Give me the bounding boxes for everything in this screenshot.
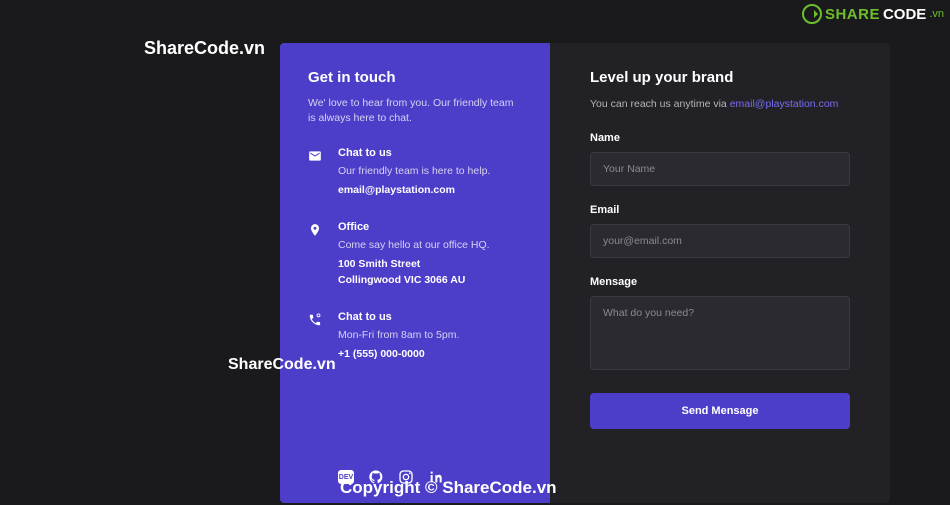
email-input[interactable]	[590, 224, 850, 258]
name-input[interactable]	[590, 152, 850, 186]
office-line1: 100 Smith Street	[338, 257, 490, 273]
watermark-text: ShareCode.vn	[144, 38, 265, 59]
phone-number: +1 (555) 000-0000	[338, 347, 459, 363]
message-input[interactable]	[590, 296, 850, 370]
form-panel: Level up your brand You can reach us any…	[550, 43, 890, 503]
chat-text: Chat to us Our friendly team is here to …	[338, 147, 490, 199]
office-line2: Collingwood VIC 3066 AU	[338, 273, 490, 289]
github-icon[interactable]	[368, 469, 384, 485]
dev-icon[interactable]: DEV	[338, 469, 354, 485]
submit-button[interactable]: Send Mensage	[590, 393, 850, 429]
watermark-logo: SHARECODE.vn	[802, 4, 944, 24]
form-title: Level up your brand	[590, 69, 850, 86]
phone-desc: Mon-Fri from 8am to 5pm.	[338, 329, 459, 341]
office-text: Office Come say hello at our office HQ. …	[338, 221, 490, 289]
message-label: Mensage	[590, 276, 850, 288]
chat-desc: Our friendly team is here to help.	[338, 165, 490, 177]
phone-icon	[308, 311, 324, 363]
office-heading: Office	[338, 221, 490, 233]
chat-email: email@playstation.com	[338, 183, 490, 199]
form-subtitle: You can reach us anytime via email@plays…	[590, 98, 850, 110]
phone-heading: Chat to us	[338, 311, 459, 323]
office-block: Office Come say hello at our office HQ. …	[308, 221, 522, 289]
form-subtitle-link[interactable]: email@playstation.com	[730, 98, 839, 110]
email-label: Email	[590, 204, 850, 216]
chat-heading: Chat to us	[338, 147, 490, 159]
contact-card: Get in touch We' love to hear from you. …	[280, 43, 890, 503]
logo-vn: .vn	[929, 8, 944, 20]
logo-share: SHARE	[825, 6, 880, 23]
logo-code: CODE	[883, 6, 926, 23]
mail-icon	[308, 147, 324, 199]
recycle-icon	[802, 4, 822, 24]
phone-block: Chat to us Mon-Fri from 8am to 5pm. +1 (…	[308, 311, 522, 363]
chat-block: Chat to us Our friendly team is here to …	[308, 147, 522, 199]
linkedin-icon[interactable]	[428, 469, 444, 485]
instagram-icon[interactable]	[398, 469, 414, 485]
phone-text: Chat to us Mon-Fri from 8am to 5pm. +1 (…	[338, 311, 459, 363]
info-panel: Get in touch We' love to hear from you. …	[280, 43, 550, 503]
social-links: DEV	[308, 469, 522, 485]
info-title: Get in touch	[308, 69, 522, 86]
info-subtitle: We' love to hear from you. Our friendly …	[308, 96, 522, 125]
form-subtitle-text: You can reach us anytime via	[590, 98, 730, 110]
location-icon	[308, 221, 324, 289]
name-label: Name	[590, 132, 850, 144]
office-desc: Come say hello at our office HQ.	[338, 239, 490, 251]
